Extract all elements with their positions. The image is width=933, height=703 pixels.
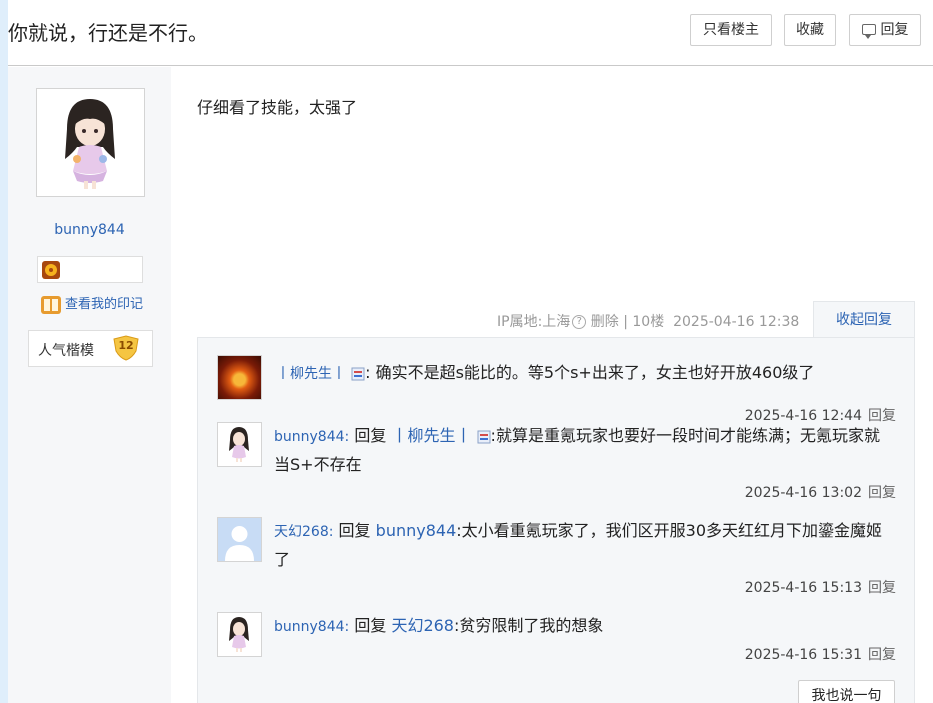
reply-time: 2025-4-16 15:13 [744, 580, 862, 596]
default-user-icon [218, 518, 261, 561]
reply-to-user[interactable]: 丨柳先生丨 [391, 426, 471, 445]
favorite-button[interactable]: 收藏 [784, 14, 836, 46]
book-icon [41, 295, 61, 314]
post-meta: IP属地:上海? 删除 | 10楼 2025-04-16 12:38 [497, 311, 799, 331]
sub-reply-panel: 丨柳先生丨 : 确实不是超s能比的。等5个s+出来了，女主也好开放460级了 2… [197, 337, 915, 703]
author-username[interactable]: bunny844 [8, 222, 171, 238]
popularity-label: 人气楷模 [38, 343, 94, 359]
view-my-marks-label: 查看我的印记 [65, 297, 144, 312]
post-content: 仔细看了技能，太强了 [197, 98, 358, 117]
view-my-marks-link[interactable]: 查看我的印记 [41, 295, 143, 315]
delete-link[interactable]: 删除 [591, 314, 619, 330]
popularity-level: 12 [118, 339, 133, 352]
left-edge-strip [0, 0, 8, 703]
reply-action[interactable]: 回复 [868, 647, 896, 663]
popularity-badge[interactable]: 人气楷模 12 [28, 330, 153, 367]
reply-to-user[interactable]: bunny844 [376, 521, 457, 540]
medal-icon[interactable] [42, 261, 60, 279]
reply-time: 2025-4-16 13:02 [744, 485, 862, 501]
reply-text: :贫穷限制了我的想象 [453, 616, 604, 635]
badge-strip [37, 256, 143, 283]
reply-avatar-girl[interactable] [217, 612, 262, 657]
avatar-girl-image [37, 89, 144, 196]
reply-word: 回复 [354, 616, 387, 635]
small-badge-icon [351, 367, 365, 380]
level-shield-icon: 12 [113, 335, 139, 361]
comment-icon [861, 24, 876, 39]
reply-body: 天幻268: 回复 bunny844:太小看重氪玩家了，我们区开服30多天红红月… [274, 517, 894, 573]
meta-separator: | [623, 314, 628, 330]
only-op-button[interactable]: 只看楼主 [690, 14, 772, 46]
reply-body: 丨柳先生丨 : 确实不是超s能比的。等5个s+出来了，女主也好开放460级了 [276, 359, 896, 388]
floor-number: 10楼 [632, 314, 665, 330]
avatar-girl-image [229, 617, 249, 652]
reply-avatar-phoenix[interactable] [217, 355, 262, 400]
reply-word: 回复 [354, 426, 387, 445]
say-something-button[interactable]: 我也说一句 [798, 680, 895, 703]
avatar-girl-image [229, 427, 249, 462]
reply-button-label: 回复 [880, 22, 909, 38]
reply-avatar-default[interactable] [217, 517, 262, 562]
reply-username[interactable]: bunny844: [274, 429, 349, 445]
reply-avatar-girl[interactable] [217, 422, 262, 467]
reply-text: : 确实不是超s能比的。等5个s+出来了，女主也好开放460级了 [365, 363, 815, 382]
post-time: 2025-04-16 12:38 [673, 314, 800, 330]
ip-location: IP属地:上海 [497, 314, 571, 330]
reply-action[interactable]: 回复 [868, 485, 896, 501]
reply-word: 回复 [338, 521, 371, 540]
reply-time: 2025-4-16 15:31 [744, 647, 862, 663]
reply-footer: 2025-4-16 15:31 回复 [736, 644, 896, 664]
reply-footer: 2025-4-16 13:02 回复 [736, 482, 896, 502]
reply-body: bunny844: 回复 丨柳先生丨 :就算是重氪玩家也要好一段时间才能练满；无… [274, 422, 894, 478]
reply-username[interactable]: 丨柳先生丨 [276, 366, 346, 382]
reply-username[interactable]: 天幻268: [274, 524, 333, 540]
reply-footer: 2025-4-16 15:13 回复 [736, 577, 896, 597]
reply-to-user[interactable]: 天幻268 [391, 616, 454, 635]
question-icon[interactable]: ? [572, 315, 587, 329]
reply-action[interactable]: 回复 [868, 580, 896, 596]
small-badge-icon [477, 430, 491, 443]
thread-header: 你就说，行还是不行。 只看楼主 收藏 回复 [8, 0, 933, 66]
reply-button[interactable]: 回复 [849, 14, 921, 46]
reply-body: bunny844: 回复 天幻268:贫穷限制了我的想象 [274, 612, 894, 641]
author-sidebar: bunny844 查看我的印记 人气楷模 12 [8, 67, 171, 703]
thread-title: 你就说，行还是不行。 [8, 21, 208, 45]
author-avatar[interactable] [36, 88, 145, 197]
collapse-replies-button[interactable]: 收起回复 [813, 301, 915, 338]
reply-username[interactable]: bunny844: [274, 619, 349, 635]
